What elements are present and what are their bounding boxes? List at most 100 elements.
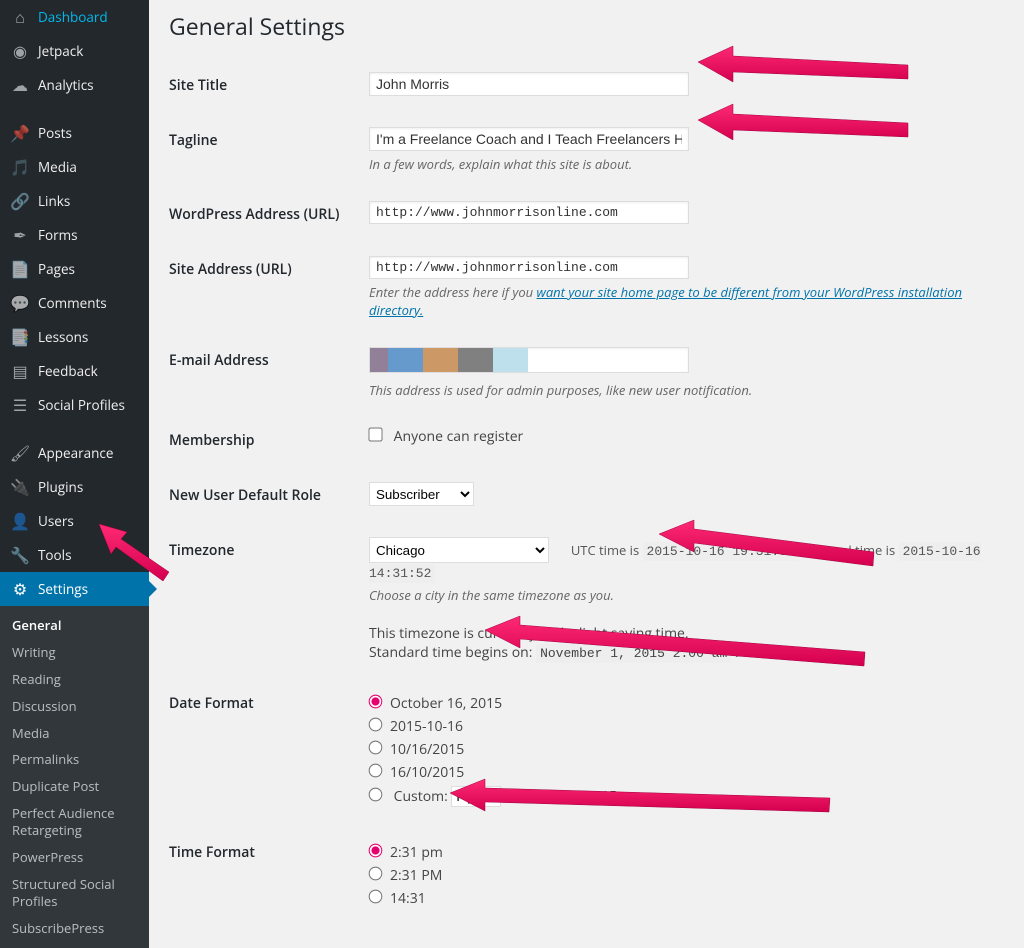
users-icon: 👤	[10, 511, 30, 531]
date-format-custom-radio[interactable]	[369, 788, 383, 802]
sidebar-item-label: Forms	[38, 226, 78, 244]
admin-sidebar: ⌂Dashboard◉Jetpack ☁ Analytics 📌 Posts 🎵 Media…	[0, 0, 149, 842]
date-format-option[interactable]: October 16, 2015	[369, 694, 994, 713]
plugins-icon: 🔌	[10, 477, 30, 497]
date-format-radio[interactable]	[369, 718, 383, 732]
sidebar-item-label: Plugins	[38, 478, 83, 496]
sidebar-item-label: Analytics	[38, 76, 94, 94]
site-title-input[interactable]	[369, 72, 689, 96]
date-format-option[interactable]: 2015-10-16	[369, 717, 994, 736]
submenu-item-reading[interactable]: Reading	[0, 666, 149, 693]
default-role-select[interactable]: Subscriber	[369, 482, 474, 506]
submenu-item-structured-social-profiles[interactable]: Structured Social Profiles	[0, 871, 149, 915]
date-format-custom-option[interactable]: Custom: October 16, 2015	[369, 786, 994, 807]
sidebar-item-comments[interactable]: 💬 Comments	[0, 286, 149, 320]
sidebar-item-analytics[interactable]: ☁ Analytics	[0, 68, 149, 102]
sidebar-item-label: Tools	[38, 546, 72, 564]
label-email: E-mail Address	[169, 351, 269, 370]
sidebar-item-settings[interactable]: ⚙Settings	[0, 572, 149, 606]
sidebar-item-links[interactable]: 🔗 Links	[0, 184, 149, 218]
lessons-icon: 📑	[10, 327, 30, 347]
sidebar-item-label: Links	[38, 192, 70, 210]
label-timezone: Timezone	[169, 541, 234, 560]
sidebar-item-label: Comments	[38, 294, 107, 312]
sidebar-item-tools[interactable]: 🔧 Tools	[0, 538, 149, 572]
date-format-option[interactable]: 10/16/2015	[369, 740, 994, 759]
main-content: General Settings Site Title Tagline In a…	[149, 0, 1024, 946]
appearance-icon: 🖌	[10, 443, 30, 463]
submenu-item-media[interactable]: Media	[0, 720, 149, 747]
tools-icon: 🔧	[10, 545, 30, 565]
email-input-redacted[interactable]	[369, 347, 689, 373]
media-icon: 🎵	[10, 157, 30, 177]
sidebar-item-feedback[interactable]: ▤ Feedback	[0, 354, 149, 388]
label-membership: Membership	[169, 431, 254, 450]
timezone-description: Choose a city in the same timezone as yo…	[369, 586, 994, 604]
label-site-url: Site Address (URL)	[169, 260, 292, 279]
label-default-role: New User Default Role	[169, 486, 321, 505]
time-format-radio[interactable]	[369, 844, 383, 858]
sidebar-item-label: Social Profiles	[38, 396, 125, 414]
sidebar-item-media[interactable]: 🎵 Media	[0, 150, 149, 184]
link-icon: 🔗	[10, 191, 30, 211]
sidebar-item-label: Lessons	[38, 328, 88, 346]
sidebar-item-dashboard[interactable]: ⌂Dashboard	[0, 0, 149, 34]
sidebar-item-pages[interactable]: 📄Pages	[0, 252, 149, 286]
time-format-option[interactable]: 2:31 pm	[369, 843, 994, 862]
site-url-description: Enter the address here if you want your …	[369, 283, 994, 319]
settings-submenu: GeneralWritingReadingDiscussionMediaPerm…	[0, 606, 149, 948]
time-format-radio[interactable]	[369, 890, 383, 904]
sidebar-item-label: Pages	[38, 260, 75, 278]
date-format-radio[interactable]	[369, 695, 383, 709]
sidebar-item-social-profiles[interactable]: ☰ Social Profiles	[0, 388, 149, 422]
time-format-option[interactable]: 2:31 PM	[369, 866, 994, 885]
email-description: This address is used for admin purposes,…	[369, 381, 994, 399]
submenu-item-discussion[interactable]: Discussion	[0, 693, 149, 720]
comments-icon: 💬	[10, 293, 30, 313]
jetpack-icon: ◉	[10, 41, 30, 61]
pin-icon: 📌	[10, 123, 30, 143]
submenu-item-permalinks[interactable]: Permalinks	[0, 746, 149, 773]
tagline-input[interactable]	[369, 127, 689, 151]
submenu-item-duplicate-post[interactable]: Duplicate Post	[0, 773, 149, 800]
time-format-option[interactable]: 14:31	[369, 889, 994, 908]
social-icon: ☰	[10, 395, 30, 415]
submenu-item-general[interactable]: General	[0, 612, 149, 639]
label-time-format: Time Format	[169, 843, 255, 862]
dst-info-line2: Standard time begins on: November 1, 201…	[369, 643, 994, 662]
settings-form: Site Title Tagline In a few words, expla…	[169, 58, 1004, 926]
date-format-radio[interactable]	[369, 741, 383, 755]
sidebar-item-plugins[interactable]: 🔌 Plugins	[0, 470, 149, 504]
sidebar-item-label: Posts	[38, 124, 72, 142]
submenu-item-powerpress[interactable]: PowerPress	[0, 844, 149, 871]
timezone-select[interactable]: Chicago	[369, 537, 549, 563]
page-title: General Settings	[169, 10, 1004, 42]
date-format-custom-input[interactable]	[451, 786, 501, 807]
sidebar-item-jetpack[interactable]: ◉Jetpack	[0, 34, 149, 68]
label-tagline: Tagline	[169, 131, 218, 150]
sidebar-item-lessons[interactable]: 📑 Lessons	[0, 320, 149, 354]
sidebar-item-label: Feedback	[38, 362, 98, 380]
submenu-item-subscribepress[interactable]: SubscribePress	[0, 915, 149, 942]
sidebar-item-label: Media	[38, 158, 77, 176]
analytics-icon: ☁	[10, 75, 30, 95]
site-url-input[interactable]	[369, 256, 689, 279]
sidebar-item-label: Appearance	[38, 444, 113, 462]
wp-url-input[interactable]	[369, 201, 689, 224]
feedback-icon: ▤	[10, 361, 30, 381]
forms-icon: ✒	[10, 225, 30, 245]
sidebar-item-label: Users	[38, 512, 74, 530]
sidebar-item-posts[interactable]: 📌 Posts	[0, 116, 149, 150]
label-site-title: Site Title	[169, 76, 227, 95]
date-format-radio[interactable]	[369, 764, 383, 778]
sidebar-item-users[interactable]: 👤 Users	[0, 504, 149, 538]
date-format-option[interactable]: 16/10/2015	[369, 763, 994, 782]
submenu-item-perfect-audience-retargeting[interactable]: Perfect Audience Retargeting	[0, 800, 149, 844]
dst-info-line1: This timezone is currently in daylight s…	[369, 624, 994, 643]
submenu-item-writing[interactable]: Writing	[0, 639, 149, 666]
membership-checkbox[interactable]	[368, 427, 382, 441]
sidebar-item-appearance[interactable]: 🖌 Appearance	[0, 436, 149, 470]
sidebar-item-forms[interactable]: ✒ Forms	[0, 218, 149, 252]
time-format-radio[interactable]	[369, 867, 383, 881]
membership-checkbox-row[interactable]: Anyone can register	[369, 427, 523, 446]
